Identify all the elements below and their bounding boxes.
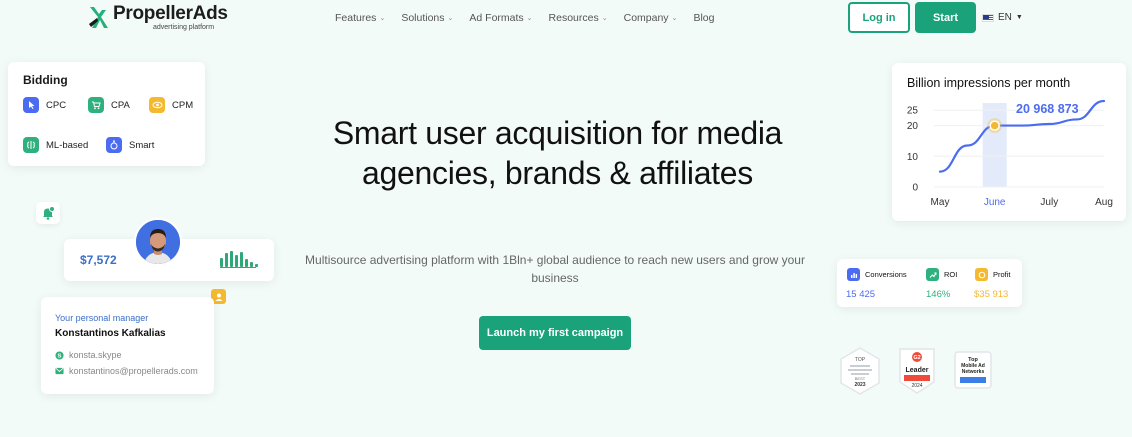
impressions-chart-card: Billion impressions per month 0 10 20 25 May… [892,63,1126,221]
y-tick-label: 20 [907,121,919,132]
launch-campaign-button[interactable]: Launch my first campaign [479,316,631,350]
top-mobile-ad-networks-badge: Top Mobile Ad Networks [951,346,995,396]
manager-role: Your personal manager [55,313,149,323]
login-button[interactable]: Log in [848,2,910,33]
nav-ad-formats[interactable]: Ad Formats ⌄ [469,12,532,24]
hero-subtitle: Multisource advertising platform with 1B… [305,253,805,285]
metric-roi-value: 146% [926,289,951,300]
svg-text:S: S [58,353,62,359]
nav-label: Resources [548,12,599,24]
highlight-band [982,103,1007,187]
chevron-down-icon: ⌄ [526,15,533,22]
highlight-point [989,120,1000,131]
badge-text: 2024 [911,383,922,389]
metric-label: ROI [944,270,958,279]
bidding-option-label: CPM [172,99,194,111]
bidding-option-label: ML-based [46,139,89,151]
language-label: EN [998,12,1012,23]
hero-title: Smart user acquisition for media agencie… [332,115,783,191]
nav-resources[interactable]: Resources ⌄ [549,12,608,24]
mini-bar-chart-icon [220,250,258,267]
manager-avatar [134,218,182,266]
mail-icon [55,367,64,375]
metric-profit-value: $35 913 [974,289,1009,300]
metric-roi: ROI [926,268,957,281]
nav-solutions[interactable]: Solutions ⌄ [401,12,453,24]
uk-flag-icon [982,13,994,22]
y-tick-label: 25 [907,106,919,117]
nav-features[interactable]: Features ⌄ [335,12,385,24]
y-tick-label: 0 [912,183,918,194]
x-tick-label: Aug [1095,197,1113,208]
badge-text: Networks [962,369,985,375]
propeller-logo-icon [88,6,110,30]
nav-blog[interactable]: Blog [693,12,714,24]
bidding-option-label: CPC [46,99,67,111]
chevron-down-icon: ⌄ [671,15,678,22]
bidding-option-ml-based: ML-based [23,137,88,153]
caret-down-icon: ▼ [1015,14,1023,21]
brain-icon [23,137,39,153]
nav-label: Company [623,12,669,24]
nav-company[interactable]: Company ⌄ [624,12,678,24]
badge-text: TOP [855,357,866,363]
x-tick-label: July [1040,197,1058,208]
nav-label: Ad Formats [469,12,524,24]
manager-skype[interactable]: S konsta.skype [55,350,122,360]
bidding-option-cpc: CPC [23,97,66,113]
bidding-option-label: CPA [111,99,130,111]
chevron-down-icon: ⌄ [447,15,454,22]
metric-profit: Profit [975,268,1011,281]
bidding-card: Bidding CPC CPA CPM ML-based Smart [8,62,205,166]
highlight-value-label: 20 968 873 [1016,102,1079,116]
bidding-title: Bidding [23,73,68,87]
svg-text:G2: G2 [913,355,920,361]
language-selector[interactable]: EN ▼ [982,12,1023,23]
logo[interactable]: PropellerAds advertising platform [88,4,228,31]
badge-text: Leader [906,367,929,374]
manager-email-text: konstantinos@propellerads.com [69,366,198,376]
impressions-line-chart: 0 10 20 25 May June July Aug 20 968 873 [907,99,1113,208]
manager-name: Konstantinos Kafkalias [55,328,166,339]
bidding-option-cpa: CPA [88,97,130,113]
bidding-option-cpm: CPM [149,97,193,113]
g2-leader-badge: G2 Leader 2024 [895,346,939,396]
top-apps-badge: TOP BEST 2023 [838,346,882,396]
metric-label: Profit [993,270,1011,279]
mini-bar-baseline [220,267,256,268]
metric-label: Conversions [865,270,907,279]
y-tick-label: 10 [907,152,919,163]
notification-bell-icon [36,202,60,224]
nav-label: Solutions [401,12,445,24]
smart-icon [106,137,122,153]
nav-label: Blog [693,12,715,24]
revenue-value: $7,572 [80,253,117,267]
cursor-icon [23,97,39,113]
eye-icon [149,97,165,113]
logo-name: PropellerAds [113,3,228,24]
badge-text: 2023 [854,382,865,388]
trend-up-icon [926,268,939,281]
personal-manager-card: Your personal manager Konstantinos Kafka… [41,297,214,394]
x-tick-label: May [931,197,950,208]
badge-text: BEST [855,376,866,381]
manager-email[interactable]: konstantinos@propellerads.com [55,366,198,376]
skype-icon: S [55,350,64,359]
bar-chart-icon [847,268,860,281]
cart-icon [88,97,104,113]
x-tick-label: June [984,197,1006,208]
chevron-down-icon: ⌄ [379,15,386,22]
bidding-option-smart: Smart [106,137,154,153]
coin-icon [975,268,988,281]
metric-conversions-value: 15 425 [846,289,876,300]
nav-label: Features [335,12,377,24]
start-button[interactable]: Start [915,2,976,33]
logo-tagline: advertising platform [153,24,215,31]
metric-conversions: Conversions [847,268,907,281]
bidding-option-label: Smart [129,139,155,151]
chevron-down-icon: ⌄ [601,15,608,22]
main-nav: Features ⌄ Solutions ⌄ Ad Formats ⌄ Resourc… [335,12,714,24]
manager-skype-text: konsta.skype [69,350,122,360]
metrics-card: Conversions 15 425 ROI 146% Profit $35 9… [837,259,1022,307]
